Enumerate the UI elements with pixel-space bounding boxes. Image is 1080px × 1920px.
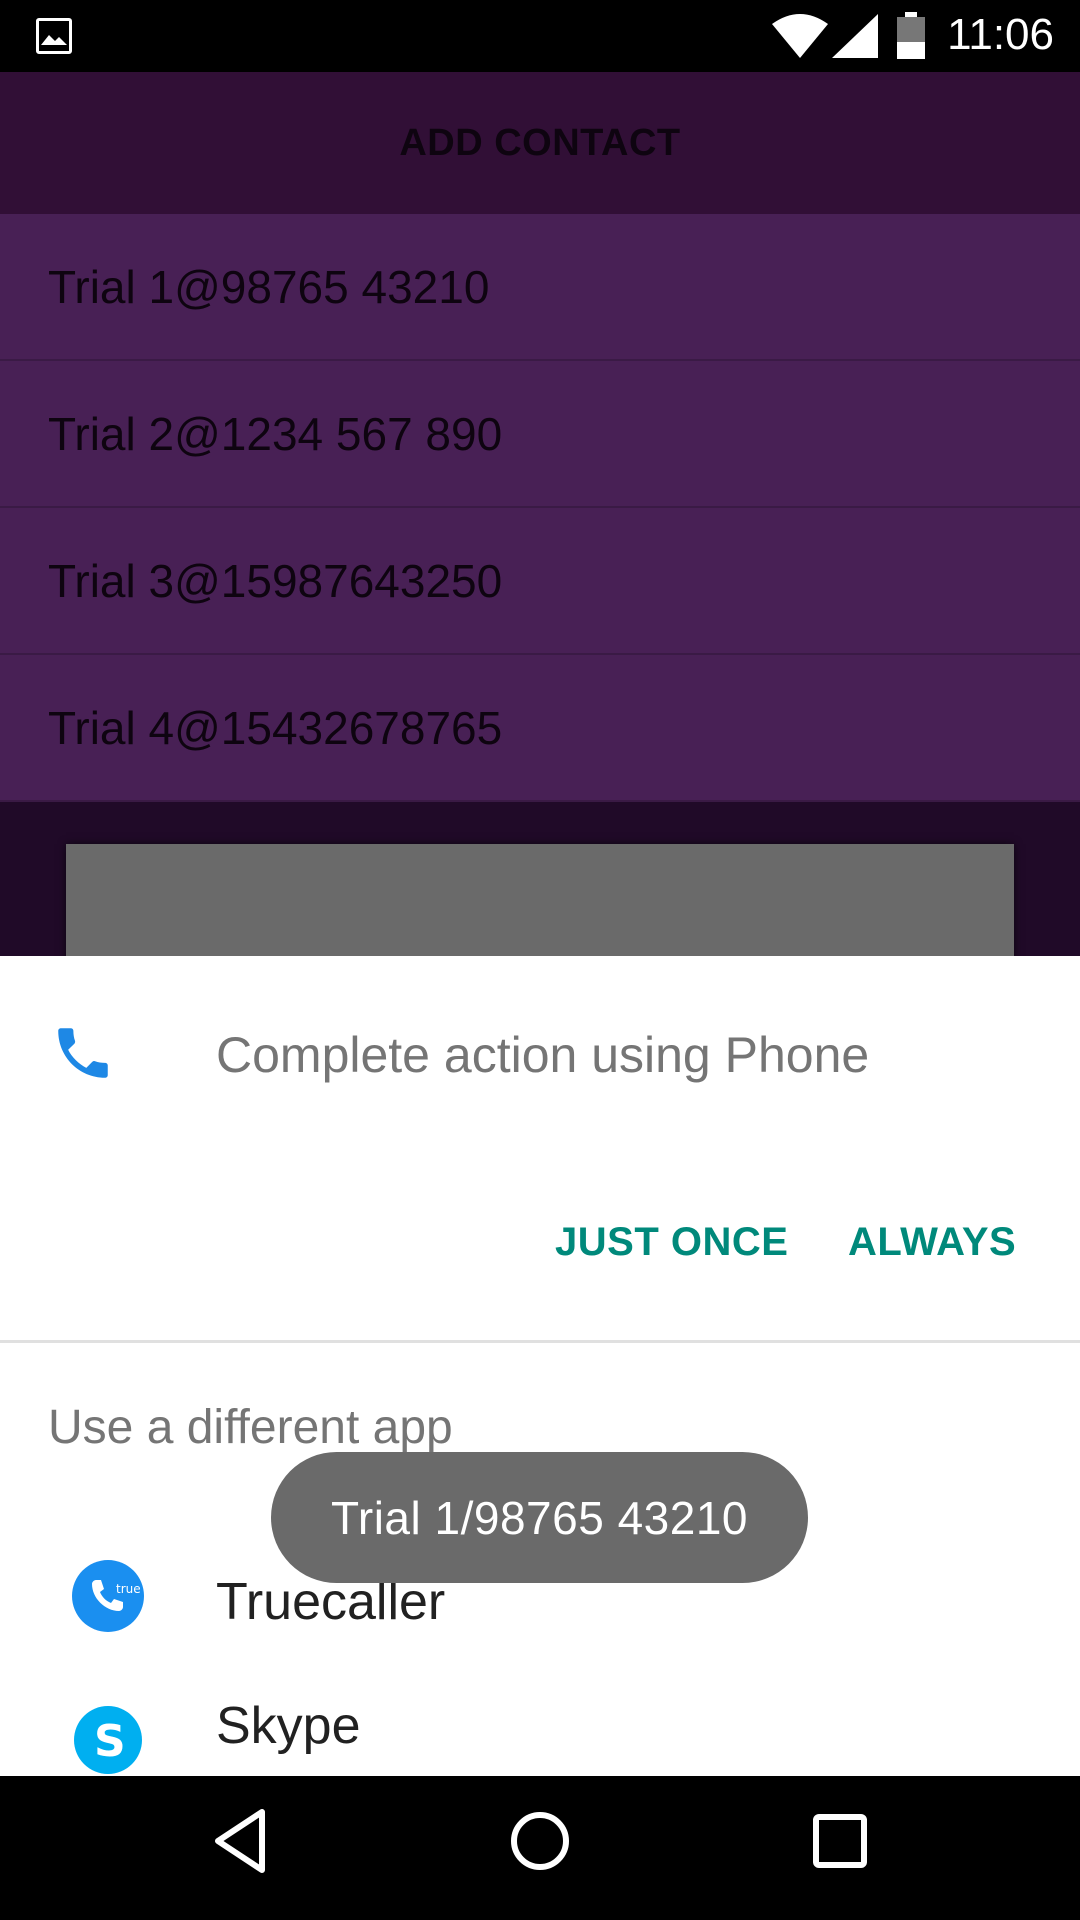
contact-row[interactable]: Trial 2@1234 567 890 — [0, 361, 1080, 508]
app-label-skype: Skype — [216, 1697, 361, 1755]
status-bar: 11:06 — [0, 0, 1080, 72]
contact-label: Trial 2@1234 567 890 — [48, 407, 503, 460]
phone-icon — [58, 1028, 108, 1078]
app-header: ADD CONTACT — [0, 72, 1080, 214]
divider — [0, 1340, 1080, 1343]
battery-icon — [897, 12, 925, 59]
clock: 11:06 — [947, 10, 1054, 59]
back-icon[interactable] — [210, 1806, 270, 1876]
contact-label: Trial 1@98765 43210 — [48, 260, 490, 313]
signal-icon — [832, 14, 878, 58]
chooser-sheet: Complete action using Phone JUST ONCE AL… — [0, 956, 1080, 1776]
svg-text:true: true — [116, 1582, 141, 1596]
toast: Trial 1/98765 43210 — [271, 1452, 808, 1583]
skype-icon: S — [74, 1706, 142, 1774]
navigation-bar — [0, 1776, 1080, 1920]
page-title: ADD CONTACT — [399, 121, 681, 164]
toast-message: Trial 1/98765 43210 — [331, 1491, 748, 1544]
app-background: ADD CONTACT Trial 1@98765 43210 Trial 2@… — [0, 72, 1080, 984]
contact-row[interactable]: Trial 4@15432678765 — [0, 655, 1080, 802]
chooser-title: Complete action using Phone — [216, 1027, 870, 1083]
home-icon[interactable] — [508, 1806, 572, 1876]
contact-label: Trial 4@15432678765 — [48, 701, 503, 754]
different-app-heading: Use a different app — [48, 1401, 453, 1454]
contact-row[interactable]: Trial 3@15987643250 — [0, 508, 1080, 655]
gallery-icon — [36, 18, 72, 54]
recents-icon[interactable] — [808, 1806, 872, 1876]
truecaller-icon: true — [72, 1560, 144, 1632]
app-item-skype[interactable]: S Skype — [0, 1696, 1080, 1776]
always-button[interactable]: ALWAYS — [848, 1220, 1016, 1265]
wifi-icon — [772, 14, 828, 58]
contact-label: Trial 3@15987643250 — [48, 554, 503, 607]
contact-row[interactable]: Trial 1@98765 43210 — [0, 214, 1080, 361]
svg-text:S: S — [94, 1716, 126, 1767]
just-once-button[interactable]: JUST ONCE — [555, 1220, 788, 1265]
contact-list: Trial 1@98765 43210 Trial 2@1234 567 890… — [0, 214, 1080, 802]
